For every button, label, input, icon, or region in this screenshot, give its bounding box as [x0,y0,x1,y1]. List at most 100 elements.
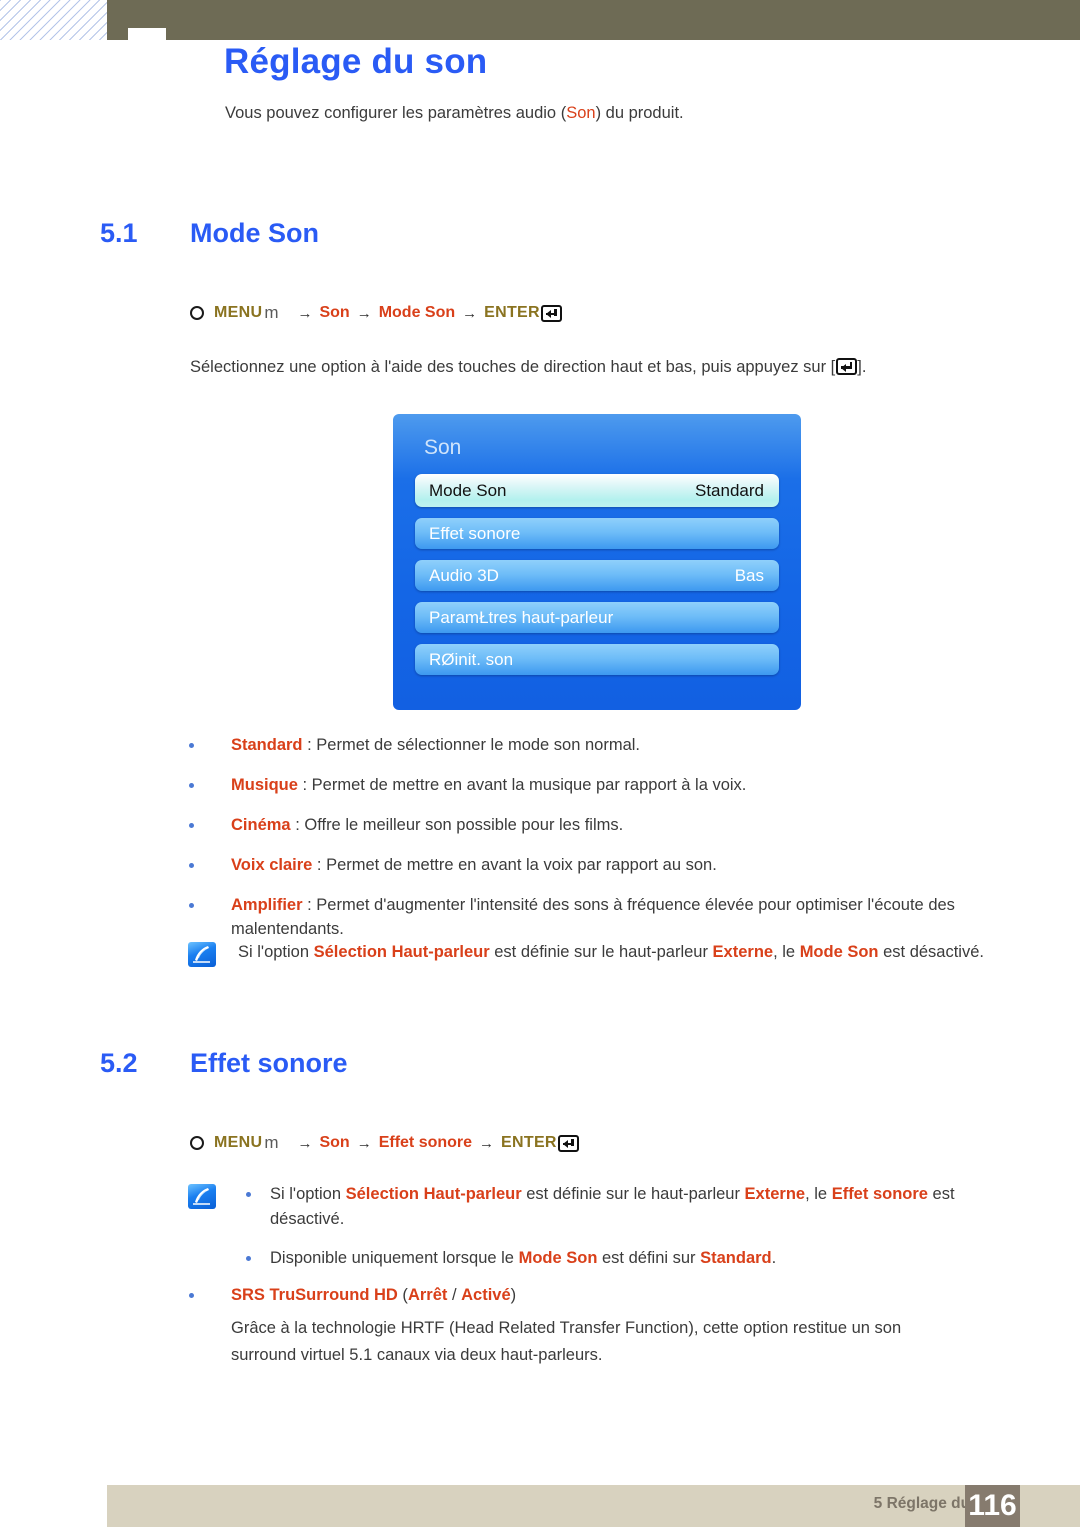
note-part-1: Si l'option [238,943,314,961]
enter-key-label: ENTER [501,1134,557,1151]
note-part-3: . [771,1248,777,1267]
intro-highlight: Son [566,104,596,122]
note-part-1: Disponible uniquement lorsque le [270,1248,519,1267]
note-part-1: Si l'option [270,1185,346,1203]
osd-row-label: Effet sonore [429,523,521,543]
srs-block: SRS TruSurround HD (Arrêt / Activé) Grâc… [185,1283,1015,1369]
list-item: Disponible uniquement lorsque le Mode So… [238,1246,1018,1271]
quill-glyph [193,946,210,963]
srs-description: Grâce à la technologie HRTF (Head Relate… [231,1319,902,1364]
menu-key-label: MENU [214,1134,263,1151]
osd-row-value: Bas [734,565,764,585]
page-intro: Vous pouvez configurer les paramètres au… [225,104,684,123]
arrow-right-icon: → [297,1134,313,1152]
option-desc: : Permet de mettre en avant la voix par … [312,856,717,875]
instruction-text-before: Sélectionnez une option à l'aide des tou… [190,358,836,376]
srs-term: SRS TruSurround HD [231,1286,398,1304]
section-5-1-number: 5.1 [100,218,138,248]
menu-key-label: MENU [214,304,263,321]
option-term: Voix claire [231,856,313,875]
note-quill-icon [188,1184,216,1209]
mode-son-option-list: Standard : Permet de sélectionner le mod… [185,733,1015,957]
srs-paren-open: ( [397,1286,408,1304]
osd-row-reinit-son[interactable]: RØinit. son [415,644,779,675]
osd-title: Son [424,436,462,459]
menu-path-mode-son: MENU m → Son → Mode Son → ENTER [190,303,562,323]
note-part-4: est désactivé. [878,943,984,961]
option-term: Musique [231,776,298,795]
option-desc: : Permet d'augmenter l'intensité des son… [231,896,955,939]
menu-path-item-son: Son [319,304,350,321]
intro-text-before: Vous pouvez configurer les paramètres au… [225,104,567,122]
menu-path-item-mode-son: Mode Son [378,304,456,321]
option-desc: : Offre le meilleur son possible pour le… [290,816,624,835]
srs-option-arret: Arrêt [407,1286,448,1304]
option-term: Amplifier [231,896,303,915]
menu-key-glyph: m [264,1133,279,1152]
note-highlight-3: Effet sonore [831,1185,928,1203]
header-notch-decoration [128,28,166,50]
osd-menu-son: Son Mode Son Standard Effet sonore Audio… [393,414,801,710]
circle-outline-icon [190,1136,204,1150]
note-highlight-1: Sélection Haut-parleur [345,1185,522,1203]
osd-row-parametres-haut-parleur[interactable]: ParamŁtres haut-parleur [415,602,779,633]
note-highlight-2: Externe [712,943,774,961]
circle-outline-icon [190,306,204,320]
osd-row-label: ParamŁtres haut-parleur [429,607,614,627]
srs-separator: / [447,1286,462,1304]
arrow-right-icon: → [462,304,478,322]
enter-key-icon [836,358,858,375]
list-item: Voix claire : Permet de mettre en avant … [185,853,1015,877]
option-term: Cinéma [231,816,291,835]
arrow-right-icon: → [356,304,372,322]
corner-hatch-decoration [0,0,107,40]
instruction-text-after: ]. [857,358,867,376]
enter-key-label: ENTER [484,304,540,321]
list-item: Amplifier : Permet d'augmenter l'intensi… [185,893,1015,941]
note-part-3: , le [805,1185,832,1203]
osd-row-mode-son[interactable]: Mode Son Standard [415,474,779,507]
option-desc: : Permet de sélectionner le mode son nor… [302,736,641,754]
section-5-2-title: Effet sonore [190,1048,348,1078]
list-item: Musique : Permet de mettre en avant la m… [185,773,1015,797]
note-highlight-1: Mode Son [518,1248,598,1267]
enter-key-icon [540,304,562,322]
header-olive-bar [107,0,1080,40]
quill-glyph [193,1188,210,1205]
note-part-2: est définie sur le haut-parleur [489,943,713,961]
page-title: Réglage du son [224,42,488,81]
list-item: Si l'option Sélection Haut-parleur est d… [238,1182,1018,1232]
note-part-2: est définie sur le haut-parleur [521,1185,745,1203]
osd-row-label: Audio 3D [429,565,499,585]
note-text: Si l'option Sélection Haut-parleur est d… [238,940,1018,965]
note-highlight-2: Externe [744,1185,806,1203]
enter-key-icon [557,1134,579,1152]
note-highlight-3: Mode Son [799,943,879,961]
footer-page-number: 116 [965,1485,1020,1527]
osd-row-label: Mode Son [429,480,507,500]
option-desc: : Permet de mettre en avant la musique p… [297,776,747,795]
list-item: Cinéma : Offre le meilleur son possible … [185,813,1015,837]
srs-paren-close: ) [510,1286,517,1304]
note-part-2: est défini sur [597,1248,701,1267]
option-term: Standard [231,736,303,754]
section-5-1-title: Mode Son [190,218,319,248]
arrow-right-icon: → [356,1134,372,1152]
note-highlight-2: Standard [700,1248,772,1267]
srs-option-active: Activé [461,1286,511,1304]
osd-row-label: RØinit. son [429,649,514,669]
osd-row-value: Standard [695,480,764,500]
note-effet-sonore: Si l'option Sélection Haut-parleur est d… [188,1182,1018,1284]
menu-path-item-effet-sonore: Effet sonore [378,1134,473,1151]
mode-son-instruction: Sélectionnez une option à l'aide des tou… [190,358,866,377]
osd-row-audio-3d[interactable]: Audio 3D Bas [415,560,779,591]
note-mode-son: Si l'option Sélection Haut-parleur est d… [188,940,1018,967]
menu-path-effet-sonore: MENU m → Son → Effet sonore → ENTER [190,1133,579,1153]
osd-row-effet-sonore[interactable]: Effet sonore [415,518,779,549]
menu-key-glyph: m [264,303,279,322]
arrow-right-icon: → [297,304,313,322]
menu-path-item-son: Son [319,1134,350,1151]
arrow-right-icon: → [479,1134,495,1152]
list-item: SRS TruSurround HD (Arrêt / Activé) [185,1283,1015,1307]
note-part-3: , le [773,943,800,961]
